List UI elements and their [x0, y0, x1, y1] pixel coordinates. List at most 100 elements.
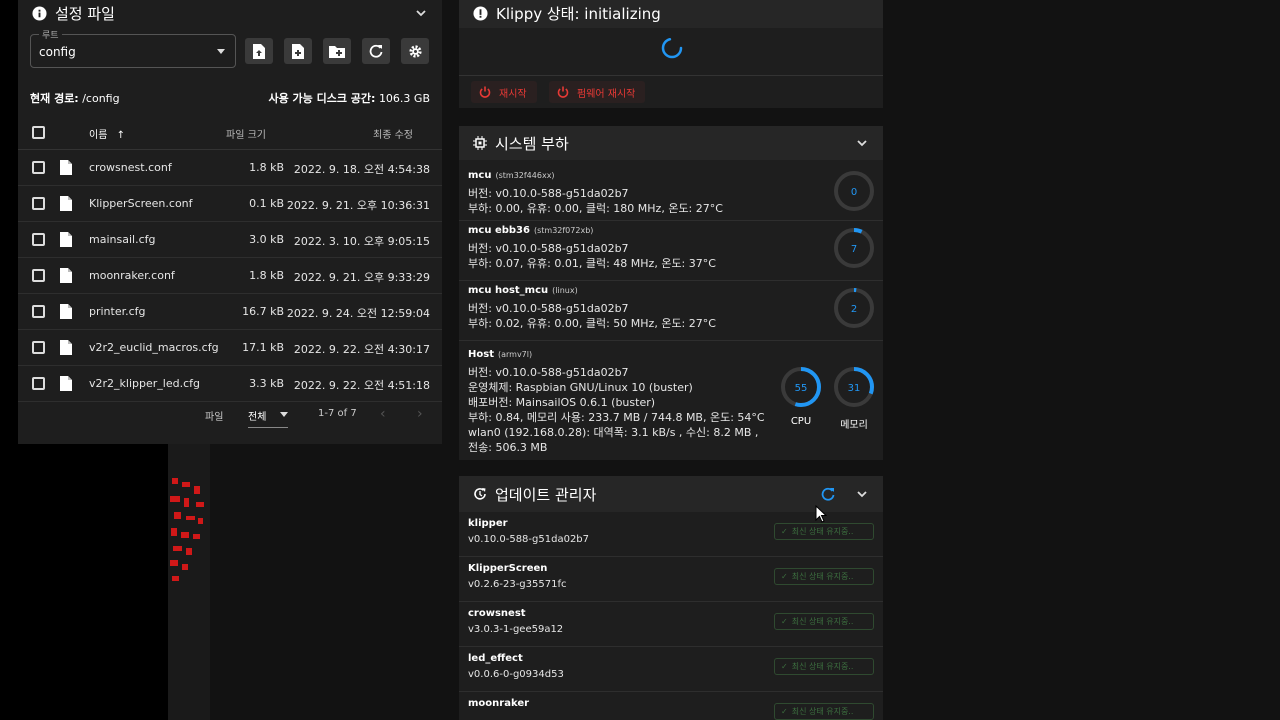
root-select-value: config	[39, 45, 76, 59]
column-size-header[interactable]: 파일 크기	[226, 126, 266, 141]
chip-icon	[473, 136, 487, 150]
row-checkbox[interactable]	[32, 305, 45, 318]
up-to-date-badge[interactable]: ✓ 최신 상태 유지중..	[774, 613, 874, 630]
file-icon	[60, 304, 72, 319]
file-size: 1.8 kB	[249, 161, 284, 174]
host-detail-line: 전송: 506.3 MB	[468, 441, 548, 454]
up-to-date-badge[interactable]: ✓ 최신 상태 유지중..	[774, 568, 874, 585]
update-item-name: led_effect	[468, 653, 523, 664]
system-load-panel: 시스템 부하 mcu (stm32f446xx) 버전: v0.10.0-588-g…	[459, 126, 883, 460]
up-to-date-label: 최신 상태 유지중..	[791, 617, 854, 626]
file-name[interactable]: printer.cfg	[89, 305, 146, 318]
file-row[interactable]: crowsnest.conf 1.8 kB 2022. 9. 18. 오전 4:54…	[18, 150, 442, 186]
root-select-label: 루트	[39, 28, 62, 41]
up-to-date-badge[interactable]: ✓ 최신 상태 유지중..	[774, 703, 874, 720]
chevron-down-icon[interactable]	[855, 136, 869, 150]
mcu-load: 부하: 0.00, 유휴: 0.00, 클럭: 180 MHz, 온도: 27°…	[468, 202, 723, 215]
row-checkbox[interactable]	[32, 233, 45, 246]
mcu-gauge-value: 2	[851, 304, 857, 315]
disk-space-label: 사용 가능 디스크 공간:	[268, 92, 376, 105]
mcu-gauge: 7	[834, 228, 874, 268]
klippy-status-title: Klippy 상태: initializing	[496, 4, 661, 23]
host-detail-line: 운영체제: Raspbian GNU/Linux 10 (buster)	[468, 381, 693, 394]
update-item-version: v0.10.0-588-g51da02b7	[468, 534, 590, 545]
mcu-version: 버전: v0.10.0-588-g51da02b7	[468, 187, 629, 200]
update-item-version: v0.0.6-0-g0934d53	[468, 669, 564, 680]
memory-gauge-value: 31	[848, 383, 861, 394]
mouse-cursor-icon	[815, 505, 827, 523]
klippy-status-panel: Klippy 상태: initializing 재시작 펌웨어 재시작	[459, 0, 883, 108]
file-icon	[60, 160, 72, 175]
create-file-button[interactable]	[284, 38, 312, 64]
file-name[interactable]: v2r2_klipper_led.cfg	[89, 377, 200, 390]
rows-per-page-select[interactable]: 전체	[248, 408, 288, 428]
column-name-header[interactable]: 이름 ↑	[89, 126, 125, 141]
rows-per-page-label: 파일	[205, 412, 224, 423]
sort-ascending-icon: ↑	[116, 130, 125, 141]
root-select[interactable]: 루트 config	[30, 28, 236, 68]
file-row[interactable]: KlipperScreen.conf 0.1 kB 2022. 9. 21. 오후 …	[18, 186, 442, 222]
restart-button[interactable]: 재시작	[471, 81, 537, 103]
check-icon: ✓	[781, 527, 788, 536]
settings-button[interactable]	[401, 38, 429, 64]
update-manager-title: 업데이트 관리자	[495, 485, 597, 504]
chevron-down-icon[interactable]	[414, 6, 428, 20]
refresh-icon[interactable]	[821, 487, 835, 501]
file-icon	[60, 268, 72, 283]
rows-per-page-value: 전체	[248, 412, 267, 423]
row-checkbox[interactable]	[32, 197, 45, 210]
update-item: moonraker ✓ 최신 상태 유지중..	[459, 692, 883, 720]
host-detail-line: 버전: v0.10.0-588-g51da02b7	[468, 366, 629, 379]
update-item-name: moonraker	[468, 698, 530, 709]
check-icon: ✓	[781, 617, 788, 626]
up-to-date-badge[interactable]: ✓ 최신 상태 유지중..	[774, 523, 874, 540]
file-row[interactable]: moonraker.conf 1.8 kB 2022. 9. 21. 오후 9:33…	[18, 258, 442, 294]
chevron-down-icon[interactable]	[855, 487, 869, 501]
file-row[interactable]: printer.cfg 16.7 kB 2022. 9. 24. 오전 12:59:…	[18, 294, 442, 330]
column-modified-header[interactable]: 최종 수정	[373, 126, 413, 141]
file-modified: 2022. 9. 21. 오후 9:33:29	[293, 271, 430, 284]
prev-page-icon[interactable]: ‹	[380, 406, 386, 422]
mcu-gauge-value: 0	[851, 187, 857, 198]
row-checkbox[interactable]	[32, 341, 45, 354]
host-name: Host (armv7l)	[468, 349, 532, 360]
up-to-date-badge[interactable]: ✓ 최신 상태 유지중..	[774, 658, 874, 675]
file-name[interactable]: crowsnest.conf	[89, 161, 172, 174]
host-detail-line: wlan0 (192.168.0.28): 대역폭: 3.1 kB/s , 수신…	[468, 426, 759, 439]
file-row[interactable]: mainsail.cfg 3.0 kB 2022. 3. 10. 오후 9:05:1…	[18, 222, 442, 258]
file-size: 3.3 kB	[249, 377, 284, 390]
check-icon: ✓	[781, 662, 788, 671]
update-item-version: v0.2.6-23-g35571fc	[468, 579, 567, 590]
file-modified: 2022. 9. 22. 오전 4:30:17	[293, 343, 430, 356]
file-name[interactable]: mainsail.cfg	[89, 233, 155, 246]
system-load-title: 시스템 부하	[495, 134, 569, 153]
select-all-checkbox[interactable]	[32, 126, 45, 139]
next-page-icon[interactable]: ›	[417, 406, 423, 422]
cpu-gauge-value: 55	[795, 383, 808, 394]
gear-icon	[408, 44, 422, 58]
create-folder-button[interactable]	[323, 38, 351, 64]
check-icon: ✓	[781, 707, 788, 716]
file-modified: 2022. 9. 22. 오전 4:51:18	[293, 379, 430, 392]
file-table-header: 이름 ↑ 파일 크기 최종 수정	[18, 114, 442, 150]
file-name[interactable]: KlipperScreen.conf	[89, 197, 193, 210]
row-checkbox[interactable]	[32, 161, 45, 174]
refresh-icon	[369, 44, 383, 58]
file-icon	[60, 376, 72, 391]
file-row[interactable]: v2r2_euclid_macros.cfg 17.1 kB 2022. 9. 22…	[18, 330, 442, 366]
disk-space-value: 106.3 GB	[378, 92, 430, 105]
up-to-date-label: 최신 상태 유지중..	[791, 572, 854, 581]
file-upload-icon	[253, 43, 265, 59]
row-checkbox[interactable]	[32, 269, 45, 282]
file-name[interactable]: moonraker.conf	[89, 269, 175, 282]
file-row[interactable]: v2r2_klipper_led.cfg 3.3 kB 2022. 9. 22. 오…	[18, 366, 442, 402]
mcu-entry: mcu host_mcu (linux) 버전: v0.10.0-588-g51da…	[459, 281, 883, 341]
file-name[interactable]: v2r2_euclid_macros.cfg	[89, 341, 219, 354]
upload-file-button[interactable]	[245, 38, 273, 64]
mcu-name: mcu host_mcu (linux)	[468, 285, 578, 296]
refresh-button[interactable]	[362, 38, 390, 64]
firmware-restart-button[interactable]: 펌웨어 재시작	[549, 81, 646, 103]
update-item: crowsnest v3.0.3-1-gee59a12 ✓ 최신 상태 유지중..	[459, 602, 883, 647]
update-item-name: crowsnest	[468, 608, 526, 619]
row-checkbox[interactable]	[32, 377, 45, 390]
